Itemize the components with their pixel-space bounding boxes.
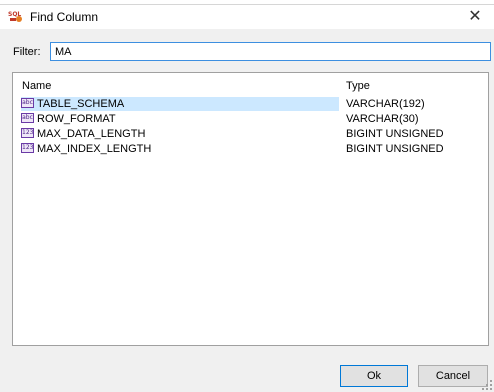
find-column-dialog: SQL Find Column ✕ Filter: Name Type abcT… [0,4,494,392]
list-item-name-cell: abc ROW_FORMAT [21,112,339,126]
filter-input[interactable] [50,42,491,61]
list-item-name-cell: 123 MAX_INDEX_LENGTH [21,142,339,156]
list-item-name: TABLE_SCHEMA [37,98,125,110]
text-type-icon: abc [21,98,34,108]
list-item-name: MAX_INDEX_LENGTH [37,143,152,155]
text-type-icon: abc [21,113,34,123]
numeric-type-icon: 123 [21,128,34,138]
list-header: Name Type [13,73,488,95]
list-item[interactable]: 123 MAX_DATA_LENGTH BIGINT UNSIGNED [13,127,488,141]
dialog-title: Find Column [30,10,99,24]
resize-grip-icon[interactable] [482,380,492,390]
title-bar[interactable]: SQL Find Column ✕ [0,5,494,29]
list-item-name-cell: abc TABLE_SCHEMA [21,97,339,111]
list-item-name: ROW_FORMAT [37,113,116,125]
list-item-name-cell: 123 MAX_DATA_LENGTH [21,127,339,141]
list-item-type: BIGINT UNSIGNED [346,128,444,140]
column-header-name[interactable]: Name [22,80,51,92]
filter-label: Filter: [13,46,41,58]
list-item[interactable]: abc ROW_FORMAT VARCHAR(30) [13,112,488,126]
close-icon: ✕ [468,8,482,25]
list-item-type: VARCHAR(192) [346,98,425,110]
ok-button[interactable]: Ok [340,365,408,387]
close-button[interactable]: ✕ [456,5,494,29]
list-item[interactable]: 123 MAX_INDEX_LENGTH BIGINT UNSIGNED [13,142,488,156]
list-item-type: BIGINT UNSIGNED [346,143,444,155]
cancel-button[interactable]: Cancel [418,365,488,387]
list-item-name: MAX_DATA_LENGTH [37,128,146,140]
column-header-type[interactable]: Type [346,80,370,92]
list-item[interactable]: abc TABLE_SCHEMA VARCHAR(192) [13,97,488,111]
column-list[interactable]: Name Type abc TABLE_SCHEMA VARCHAR(192) a… [12,72,489,346]
numeric-type-icon: 123 [21,143,34,153]
sql-icon: SQL [8,11,22,22]
list-item-type: VARCHAR(30) [346,113,419,125]
